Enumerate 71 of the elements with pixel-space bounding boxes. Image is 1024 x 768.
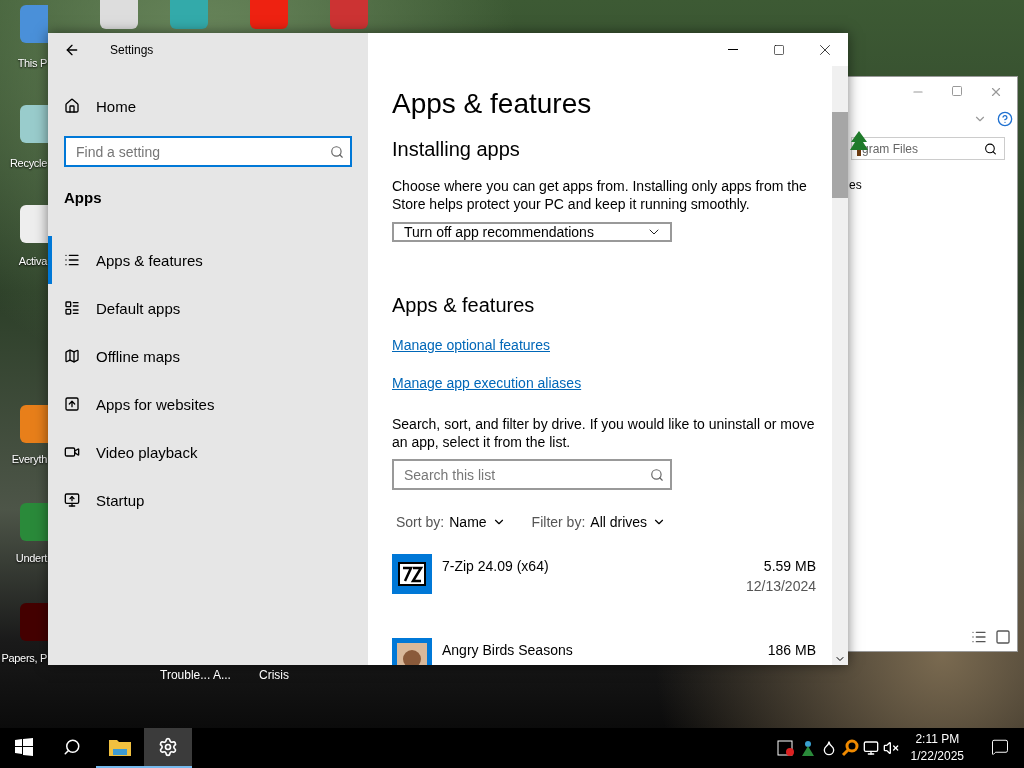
desktop-icon-label[interactable]: Crisis bbox=[259, 668, 289, 682]
windows-logo-icon bbox=[15, 738, 33, 756]
search-icon bbox=[330, 144, 344, 159]
close-icon[interactable] bbox=[989, 85, 1003, 99]
app-list-item[interactable]: 7-Zip 24.09 (x64) 5.59 MB 12/13/2024 bbox=[392, 554, 816, 614]
network-icon[interactable] bbox=[862, 740, 879, 756]
volume-muted-icon[interactable] bbox=[882, 740, 899, 756]
recommendation-dropdown[interactable]: Turn off app recommendations bbox=[392, 222, 672, 242]
details-view-icon[interactable] bbox=[971, 629, 987, 645]
minimize-icon bbox=[728, 49, 738, 50]
sort-dropdown[interactable]: Sort by: Name bbox=[396, 514, 506, 530]
scrollbar-thumb[interactable] bbox=[832, 112, 848, 198]
window-title: Settings bbox=[110, 42, 154, 57]
app-size: 5.59 MB bbox=[763, 558, 816, 574]
desktop-icon-label[interactable]: Papers, P bbox=[1, 652, 47, 664]
nav-item[interactable]: Startup bbox=[48, 476, 368, 524]
help-icon[interactable] bbox=[997, 111, 1013, 127]
desktop-icon-label[interactable]: Recycle bbox=[9, 157, 47, 169]
section-heading: Installing apps bbox=[392, 138, 521, 161]
list-icon bbox=[64, 300, 80, 316]
tiles-view-icon[interactable] bbox=[995, 629, 1011, 645]
home-icon bbox=[64, 98, 80, 114]
scrollbar[interactable] bbox=[832, 66, 848, 665]
settings-link[interactable]: Manage app execution aliases bbox=[392, 375, 582, 391]
folder-icon bbox=[108, 737, 132, 757]
archive-app-icon bbox=[392, 554, 432, 594]
nav-item[interactable]: Apps for websites bbox=[48, 380, 368, 428]
taskbar-app-button[interactable] bbox=[144, 728, 192, 768]
map-icon bbox=[64, 348, 80, 364]
speech-bubble-icon bbox=[991, 738, 1009, 756]
desktop-shortcut-icon[interactable] bbox=[100, 0, 138, 29]
list-icon bbox=[64, 252, 80, 268]
magnifier-tray-icon[interactable] bbox=[840, 739, 859, 757]
section-heading: Apps bbox=[64, 189, 103, 208]
home-nav-item[interactable]: Home bbox=[48, 86, 368, 126]
desktop-icon-label[interactable]: Trouble... A... bbox=[160, 668, 231, 682]
app-date: 12/13/2024 bbox=[745, 578, 816, 594]
app-list-item[interactable]: Angry Birds Seasons 186 MB bbox=[392, 638, 816, 665]
app-size: 186 MB bbox=[767, 642, 816, 658]
desktop-icon-label[interactable]: Undert bbox=[15, 552, 47, 564]
maximize-icon[interactable] bbox=[951, 85, 963, 97]
file-name-text[interactable]: es bbox=[849, 178, 862, 192]
desktop-icon-label[interactable]: Everyth bbox=[11, 453, 47, 465]
section-heading: Apps & features bbox=[392, 294, 536, 317]
app-name: 7-Zip 24.09 (x64) bbox=[442, 558, 550, 576]
search-icon bbox=[63, 738, 81, 756]
app-name: Angry Birds Seasons bbox=[442, 642, 574, 660]
desktop-shortcut-icon[interactable] bbox=[20, 405, 48, 443]
search-field[interactable]: Find a setting bbox=[64, 136, 352, 167]
desktop-shortcut-icon[interactable] bbox=[20, 105, 48, 143]
description-text: Search, sort, and filter by drive. If you would like to uninstall or move an app, select it from the list. bbox=[392, 415, 816, 451]
search-icon bbox=[984, 142, 997, 155]
upload-icon bbox=[64, 396, 80, 412]
clock[interactable]: 2:11 PM 1/22/2025 bbox=[902, 731, 972, 765]
desktop-shortcut-icon[interactable] bbox=[20, 205, 48, 243]
search-field[interactable]: Search this list bbox=[392, 459, 672, 490]
desktop-shortcut-icon[interactable] bbox=[20, 503, 48, 541]
video-icon bbox=[64, 444, 80, 460]
maximize-icon bbox=[773, 43, 785, 56]
nav-item[interactable]: Offline maps bbox=[48, 332, 368, 380]
settings-link[interactable]: Manage optional features bbox=[392, 337, 550, 353]
search-icon bbox=[650, 467, 664, 482]
settings-icon bbox=[158, 737, 178, 757]
page-title: Apps & features bbox=[392, 88, 593, 120]
monitor-icon bbox=[64, 492, 80, 508]
filter-dropdown[interactable]: Filter by: All drives bbox=[531, 514, 667, 530]
description-text: Choose where you can get apps from. Installing only apps from the Store helps protect your PC and keep it running smoothly. bbox=[392, 177, 808, 213]
nav-item[interactable]: Video playback bbox=[48, 428, 368, 476]
desktop-icon-label[interactable]: This P bbox=[17, 57, 47, 69]
desktop-icon-label[interactable]: Activa bbox=[18, 255, 47, 267]
nav-item[interactable]: Default apps bbox=[48, 284, 368, 332]
